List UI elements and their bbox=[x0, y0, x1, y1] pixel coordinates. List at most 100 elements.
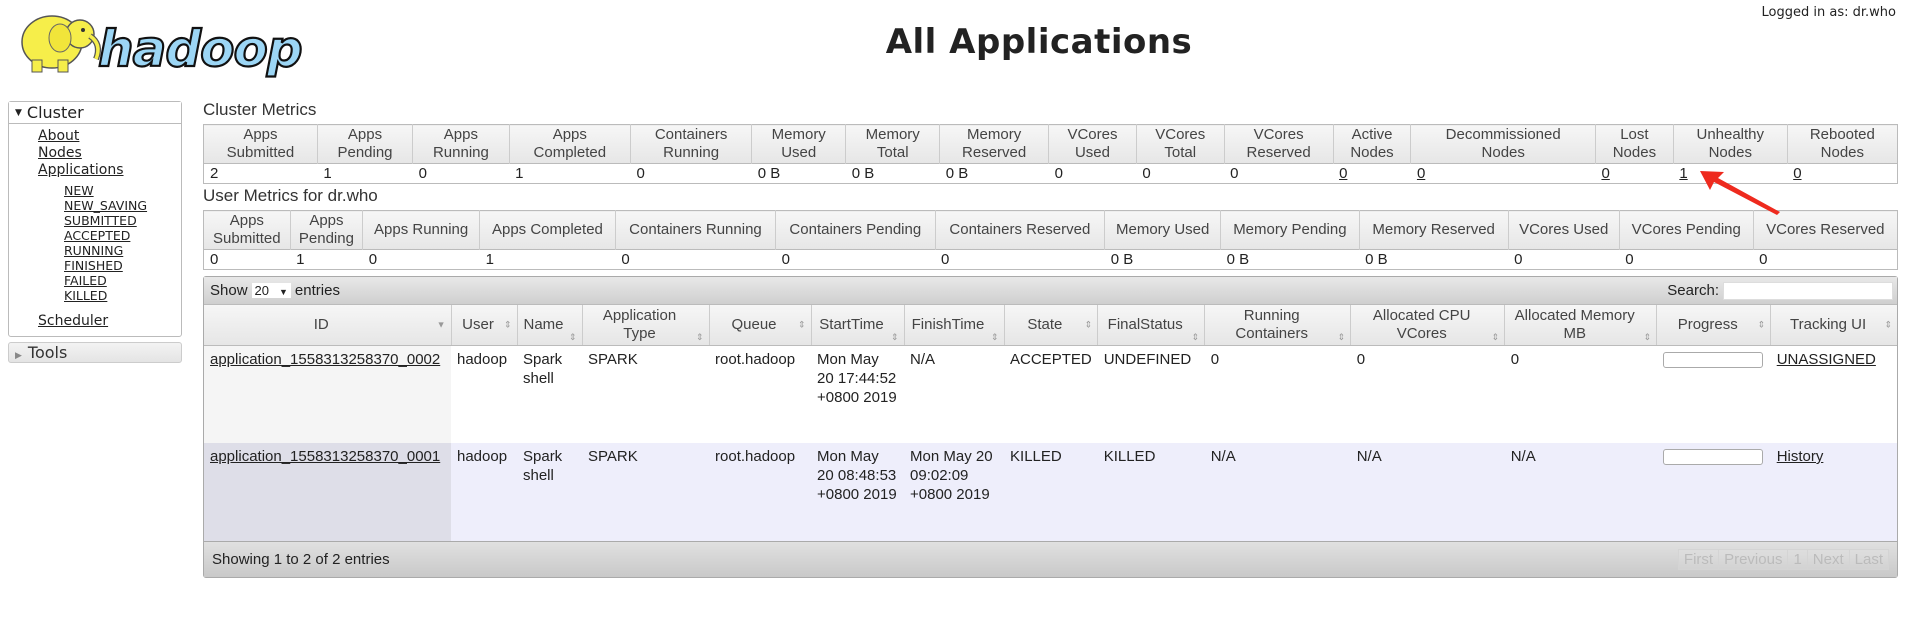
metric-header-text: Memory Used bbox=[1115, 221, 1210, 238]
nav-applications[interactable]: Applications bbox=[38, 162, 181, 179]
metric-header-text: Pending bbox=[298, 230, 354, 247]
column-header-queue[interactable]: Queue ⇕ bbox=[708, 305, 812, 346]
pager-first[interactable]: First bbox=[1677, 549, 1720, 570]
pager-page-1[interactable]: 1 bbox=[1787, 549, 1808, 570]
pager-previous[interactable]: Previous bbox=[1718, 549, 1789, 570]
column-label: Application Type bbox=[602, 306, 677, 342]
metric-header: Decommissioned Nodes bbox=[1410, 124, 1596, 164]
metric-header-text: Unhealthy bbox=[1696, 126, 1765, 143]
search-label: Search: bbox=[1667, 282, 1719, 299]
column-header-progress[interactable]: Progress ⇕ bbox=[1656, 305, 1771, 346]
application-link[interactable]: application_1558313258370_0001 bbox=[210, 448, 440, 465]
nav-state-new-saving[interactable]: NEW_SAVING bbox=[64, 198, 181, 213]
metric-value: 0 bbox=[630, 163, 752, 184]
metric-header: Memory Reserved bbox=[1358, 210, 1509, 250]
cluster-metrics-table: Apps Submitted Apps Pending Apps Running Apps C… bbox=[203, 124, 1898, 184]
nav-state-new[interactable]: NEW bbox=[64, 183, 181, 198]
cell-state: ACCEPTED bbox=[1004, 345, 1098, 443]
nav-state-running[interactable]: RUNNING bbox=[64, 243, 181, 258]
search-input[interactable] bbox=[1723, 281, 1893, 300]
pager-last[interactable]: Last bbox=[1848, 549, 1889, 570]
cell-state: KILLED bbox=[1004, 443, 1098, 541]
metric-header-text: Apps Completed bbox=[491, 221, 603, 238]
column-header-allocated-cpu[interactable]: Allocated CPU VCores ⇕ bbox=[1350, 305, 1505, 346]
metric-header-text: Containers Reserved bbox=[949, 221, 1091, 238]
app-state-links: NEW NEW_SAVING SUBMITTED ACCEPTED RUNNIN… bbox=[38, 183, 181, 303]
column-header-finishtime[interactable]: FinishTime ⇕ bbox=[903, 305, 1005, 346]
metric-value: 1 bbox=[317, 163, 413, 184]
column-header-finalstatus[interactable]: FinalStatus ⇕ bbox=[1097, 305, 1205, 346]
cell-running-containers: 0 bbox=[1204, 345, 1351, 443]
nav-state-failed[interactable]: FAILED bbox=[64, 273, 181, 288]
metric-value: 0 bbox=[362, 249, 480, 270]
nav-state-submitted[interactable]: SUBMITTED bbox=[64, 213, 181, 228]
metric-header-text: Apps bbox=[243, 126, 278, 143]
metric-header-text: Completed bbox=[533, 144, 607, 161]
nav-scheduler[interactable]: Scheduler bbox=[38, 313, 181, 330]
metric-value-link[interactable]: 0 bbox=[1793, 165, 1801, 182]
metric-value: 0 bbox=[1619, 249, 1754, 270]
metric-value: 0 B bbox=[1104, 249, 1221, 270]
cell-allocated-vcores: 0 bbox=[1350, 345, 1505, 443]
metric-value-link[interactable]: 0 bbox=[1417, 165, 1425, 182]
tracking-link[interactable]: UNASSIGNED bbox=[1777, 351, 1876, 368]
metric-value: 0 bbox=[1048, 163, 1137, 184]
page-size-select[interactable]: 20 ▼ bbox=[251, 283, 291, 298]
nav-state-accepted[interactable]: ACCEPTED bbox=[64, 228, 181, 243]
metric-header-text: VCores bbox=[1155, 126, 1206, 143]
cell-name: Spark shell bbox=[517, 443, 583, 541]
tools-toggle[interactable]: ▶ Tools bbox=[8, 342, 182, 363]
metric-header: Active Nodes bbox=[1332, 124, 1411, 164]
column-header-name[interactable]: Name ⇕ bbox=[516, 305, 583, 346]
cell-allocated-memory: N/A bbox=[1504, 443, 1657, 541]
cell-queue: root.hadoop bbox=[709, 345, 812, 443]
metric-header-text: Used bbox=[1074, 144, 1110, 161]
metric-header-text: Lost bbox=[1620, 126, 1649, 143]
sort-icon: ⇕ bbox=[568, 331, 577, 342]
metric-value: 1 bbox=[479, 249, 616, 270]
metric-value: 0 bbox=[935, 249, 1105, 270]
cluster-label: Cluster bbox=[26, 103, 84, 122]
nav-state-killed[interactable]: KILLED bbox=[64, 288, 181, 303]
metric-header-text: Running bbox=[432, 144, 489, 161]
metric-header: VCores Total bbox=[1135, 124, 1225, 164]
cell-id: application_1558313258370_0001 bbox=[204, 443, 451, 541]
metric-header-text: Rebooted bbox=[1809, 126, 1875, 143]
sort-icon: ⇕ bbox=[1491, 331, 1500, 342]
metric-header-text: Apps bbox=[309, 212, 344, 229]
sort-icon: ⇕ bbox=[890, 331, 899, 342]
nav-state-finished[interactable]: FINISHED bbox=[64, 258, 181, 273]
column-header-user[interactable]: User ⇕ bbox=[450, 305, 517, 346]
sidebar-nav: ▼ Cluster About Nodes Applications NEW NE… bbox=[8, 101, 182, 363]
column-header-application-type[interactable]: Application Type ⇕ bbox=[581, 305, 710, 346]
metric-value: 0 bbox=[1787, 163, 1898, 184]
metric-header: Apps Submitted bbox=[203, 210, 291, 250]
column-header-allocated-memory[interactable]: Allocated Memory MB ⇕ bbox=[1504, 305, 1657, 346]
metric-header: Memory Used bbox=[1104, 210, 1221, 250]
cluster-toggle[interactable]: ▼ Cluster bbox=[9, 102, 181, 124]
tools-label: Tools bbox=[27, 343, 68, 362]
metric-value-link[interactable]: 1 bbox=[1679, 165, 1687, 182]
cell-starttime: Mon May 20 17:44:52 +0800 2019 bbox=[811, 345, 905, 443]
column-header-id[interactable]: ID ▼ bbox=[204, 305, 451, 346]
metric-header-text: Apps bbox=[229, 212, 264, 229]
sort-desc-icon: ▼ bbox=[436, 319, 446, 330]
metric-header: Memory Reserved bbox=[939, 124, 1049, 164]
metric-value: 1 bbox=[290, 249, 363, 270]
collapsed-triangle-icon: ▶ bbox=[15, 351, 22, 361]
metric-value-link[interactable]: 0 bbox=[1601, 165, 1609, 182]
metric-header: Apps Completed bbox=[479, 210, 616, 250]
pager-next[interactable]: Next bbox=[1806, 549, 1850, 570]
column-header-running-containers[interactable]: Running Containers ⇕ bbox=[1204, 305, 1351, 346]
application-link[interactable]: application_1558313258370_0002 bbox=[210, 351, 440, 368]
cell-allocated-vcores: N/A bbox=[1350, 443, 1505, 541]
metric-value-link[interactable]: 0 bbox=[1339, 165, 1347, 182]
nav-nodes[interactable]: Nodes bbox=[38, 145, 181, 162]
metric-header: Containers Running bbox=[629, 124, 752, 164]
applications-table: ID ▼ User ⇕ Name ⇕ Application Type ⇕ Queue ⇕… bbox=[204, 305, 1897, 541]
column-header-starttime[interactable]: StartTime ⇕ bbox=[810, 305, 905, 346]
nav-about[interactable]: About bbox=[38, 128, 181, 145]
column-header-tracking-ui[interactable]: Tracking UI ⇕ bbox=[1770, 305, 1897, 346]
tracking-link[interactable]: History bbox=[1777, 448, 1824, 465]
column-header-state[interactable]: State ⇕ bbox=[1003, 305, 1098, 346]
